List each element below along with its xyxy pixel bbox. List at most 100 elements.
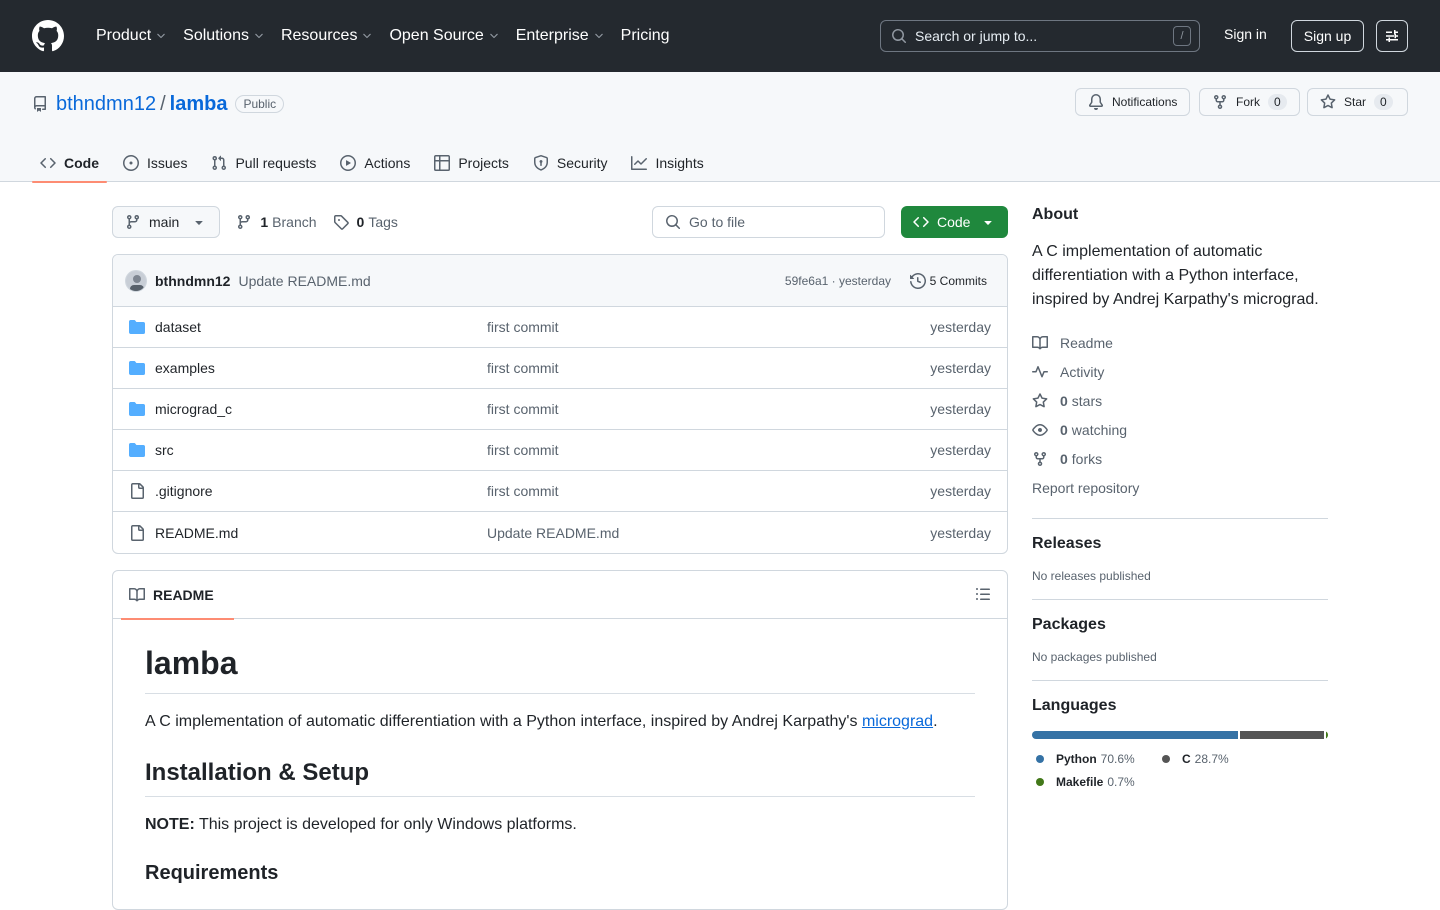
pulse-icon: [1032, 365, 1048, 377]
settings-menu-button[interactable]: [1376, 20, 1408, 52]
file-row[interactable]: .gitignore first commit yesterday: [113, 471, 1007, 512]
file-commit-link[interactable]: Update README.md: [487, 525, 619, 541]
branch-select-button[interactable]: main: [112, 206, 221, 238]
file-row[interactable]: src first commit yesterday: [113, 430, 1007, 471]
commit-message-link[interactable]: Update README.md: [238, 273, 370, 289]
file-date: yesterday: [930, 360, 991, 376]
file-name-link[interactable]: dataset: [155, 319, 201, 335]
readme-title: lamba: [145, 643, 975, 694]
file-commit-link[interactable]: first commit: [487, 442, 559, 458]
readme-tab[interactable]: README: [121, 571, 234, 620]
global-search-input[interactable]: Search or jump to... /: [880, 20, 1200, 52]
repo-owner-link[interactable]: bthndmn12: [56, 93, 156, 116]
file-name-link[interactable]: examples: [155, 360, 215, 376]
activity-link[interactable]: Activity: [1032, 357, 1328, 386]
language-color-dot: [1036, 754, 1044, 763]
caret-down-icon: [195, 221, 204, 225]
readme-link-label: Readme: [1060, 334, 1113, 351]
watching-link[interactable]: 0 watching: [1032, 415, 1328, 444]
star-label: Star: [1344, 95, 1367, 109]
repo-name-link[interactable]: lamba: [170, 93, 228, 116]
nav-solutions[interactable]: Solutions: [175, 20, 273, 52]
book-icon: [1032, 335, 1048, 349]
book-icon: [129, 587, 145, 601]
stars-link[interactable]: 0 stars: [1032, 386, 1328, 415]
file-name-link[interactable]: src: [155, 442, 174, 458]
file-row[interactable]: micrograd_c first commit yesterday: [113, 389, 1007, 430]
file-commit-link[interactable]: first commit: [487, 319, 559, 335]
forks-link[interactable]: 0 forks: [1032, 444, 1328, 473]
language-color-dot: [1162, 754, 1170, 763]
language-bar-segment: [1240, 731, 1324, 739]
packages-note: No packages published: [1032, 650, 1157, 664]
language-item[interactable]: C 28.7%: [1158, 747, 1268, 770]
about-heading: About: [1032, 206, 1079, 223]
sign-in-link[interactable]: Sign in: [1224, 26, 1267, 42]
nav-label: Resources: [280, 27, 358, 44]
file-commit-link[interactable]: first commit: [487, 401, 559, 417]
nav-enterprise[interactable]: Enterprise: [508, 20, 613, 52]
github-logo-icon[interactable]: [32, 20, 64, 52]
code-icon: [913, 216, 929, 228]
file-row[interactable]: README.md Update README.md yesterday: [113, 512, 1007, 553]
releases-heading[interactable]: Releases: [1032, 535, 1328, 553]
outline-button[interactable]: [975, 586, 991, 602]
nav-pricing[interactable]: Pricing: [613, 20, 678, 52]
intro-text: A C implementation of automatic differen…: [145, 713, 862, 730]
language-item[interactable]: Python 70.6%: [1032, 747, 1142, 770]
tab-pull-requests[interactable]: Pull requests: [203, 144, 324, 182]
chevron-down-icon: [363, 33, 372, 39]
repo-sidebar: About A C implementation of automatic di…: [1032, 206, 1328, 793]
tab-actions[interactable]: Actions: [332, 144, 418, 182]
report-repository-link[interactable]: Report repository: [1032, 473, 1328, 502]
star-button[interactable]: Star 0: [1307, 88, 1408, 116]
pull-request-icon: [212, 155, 227, 171]
language-item[interactable]: Makefile 0.7%: [1032, 770, 1142, 793]
micrograd-link[interactable]: micrograd: [862, 713, 933, 730]
file-name-link[interactable]: micrograd_c: [155, 401, 232, 417]
nav-open-source[interactable]: Open Source: [381, 20, 507, 52]
branches-link[interactable]: 1 Branch: [236, 214, 317, 230]
commit-count-label: 5 Commits: [929, 273, 987, 288]
readme-header: README: [113, 571, 1007, 620]
packages-heading[interactable]: Packages: [1032, 616, 1328, 634]
fork-button[interactable]: Fork 0: [1199, 88, 1300, 116]
tab-insights[interactable]: Insights: [623, 144, 711, 182]
language-name: C: [1182, 751, 1191, 766]
fork-count: 0: [1268, 94, 1287, 110]
file-commit-link[interactable]: first commit: [487, 360, 559, 376]
languages-heading: Languages: [1032, 697, 1117, 714]
tags-link[interactable]: 0 Tags: [333, 214, 398, 230]
tab-security[interactable]: Security: [525, 144, 616, 182]
sign-up-button[interactable]: Sign up: [1291, 20, 1364, 52]
file-commit-link[interactable]: first commit: [487, 483, 559, 499]
tab-issues[interactable]: Issues: [115, 144, 195, 182]
notifications-button[interactable]: Notifications: [1075, 88, 1191, 116]
tab-code[interactable]: Code: [32, 144, 107, 183]
file-row[interactable]: dataset first commit yesterday: [113, 307, 1007, 348]
forks-count: 0: [1060, 450, 1068, 467]
nav-label: Product: [96, 27, 152, 44]
releases-note: No releases published: [1032, 569, 1151, 583]
commit-sha-time[interactable]: 59fe6a1 · yesterday: [785, 274, 891, 288]
go-to-file-input[interactable]: Go to file: [652, 206, 885, 238]
commit-author-link[interactable]: bthndmn12: [155, 273, 230, 289]
star-count: 0: [1374, 94, 1393, 110]
readme-note: NOTE: This project is developed for only…: [145, 813, 975, 837]
fork-icon: [1214, 95, 1226, 110]
readme-link[interactable]: Readme: [1032, 328, 1328, 357]
avatar[interactable]: [125, 269, 147, 292]
file-name-link[interactable]: .gitignore: [155, 483, 213, 499]
file-row[interactable]: examples first commit yesterday: [113, 348, 1007, 389]
branch-icon: [126, 215, 139, 230]
tab-label: Pull requests: [235, 155, 317, 171]
folder-icon: [129, 320, 145, 334]
code-dropdown-button[interactable]: Code: [901, 206, 1008, 238]
file-name-link[interactable]: README.md: [155, 525, 238, 541]
folder-icon: [129, 402, 145, 416]
nav-product[interactable]: Product: [88, 20, 175, 52]
nav-resources[interactable]: Resources: [273, 20, 381, 52]
file-date: yesterday: [930, 524, 991, 541]
tab-projects[interactable]: Projects: [426, 144, 517, 182]
commit-history-link[interactable]: 5 Commits: [909, 272, 987, 289]
